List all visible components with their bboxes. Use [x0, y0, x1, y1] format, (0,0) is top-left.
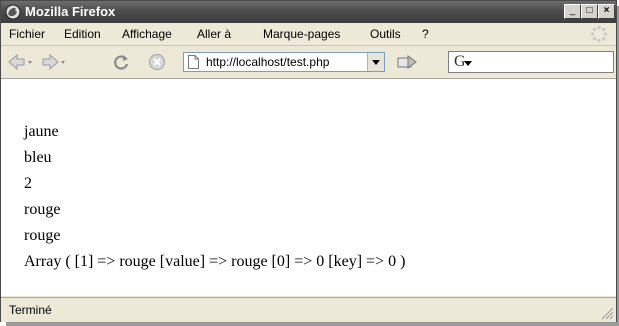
window-shadow-bottom — [6, 322, 619, 326]
page-content: jaune bleu 2 rouge rouge Array ( [1] => … — [1, 79, 616, 296]
stop-icon[interactable] — [147, 53, 167, 71]
chevron-down-icon — [372, 60, 380, 65]
menu-affichage[interactable]: Affichage — [122, 26, 172, 42]
firefox-icon — [5, 4, 21, 20]
url-dropdown-button[interactable] — [367, 53, 384, 71]
title-bar[interactable]: Mozilla Firefox _ □ × — [1, 1, 616, 23]
content-line: bleu — [24, 149, 52, 166]
minimize-button[interactable]: _ — [564, 4, 581, 19]
url-bar[interactable]: http://localhost/test.php — [183, 52, 385, 72]
menu-marque-pages[interactable]: Marque-pages — [263, 26, 340, 42]
content-line: 2 — [24, 175, 32, 192]
menu-aller-a[interactable]: Aller à — [197, 26, 231, 42]
menu-help[interactable]: ? — [422, 26, 429, 42]
content-line: Array ( [1] => rouge [value] => rouge [0… — [24, 253, 406, 270]
menu-bar: Fichier Edition Affichage Aller à Marque… — [1, 23, 616, 46]
menu-edition[interactable]: Edition — [64, 26, 101, 42]
navigation-toolbar: http://localhost/test.php G — [1, 46, 616, 79]
window-title: Mozilla Firefox — [25, 4, 116, 19]
menu-fichier[interactable]: Fichier — [9, 26, 45, 42]
maximize-button[interactable]: □ — [581, 4, 598, 19]
menu-outils[interactable]: Outils — [370, 26, 401, 42]
url-text[interactable]: http://localhost/test.php — [206, 54, 329, 70]
browser-window: Mozilla Firefox _ □ × Fichier Edition Af… — [0, 0, 617, 322]
back-button[interactable] — [7, 53, 33, 71]
resize-grip-icon[interactable] — [600, 306, 614, 320]
go-button[interactable] — [396, 53, 418, 71]
reload-icon[interactable] — [111, 53, 131, 71]
search-engine-dropdown-icon[interactable] — [464, 61, 472, 67]
content-line: rouge — [24, 201, 61, 218]
page-icon — [188, 55, 199, 69]
status-text: Terminé — [9, 303, 52, 317]
throbber-icon — [590, 25, 608, 43]
search-bar[interactable]: G — [448, 51, 614, 73]
content-line: jaune — [24, 123, 59, 140]
close-button[interactable]: × — [598, 4, 615, 19]
status-bar: Terminé — [1, 297, 616, 322]
content-line: rouge — [24, 227, 61, 244]
forward-button[interactable] — [41, 53, 67, 71]
